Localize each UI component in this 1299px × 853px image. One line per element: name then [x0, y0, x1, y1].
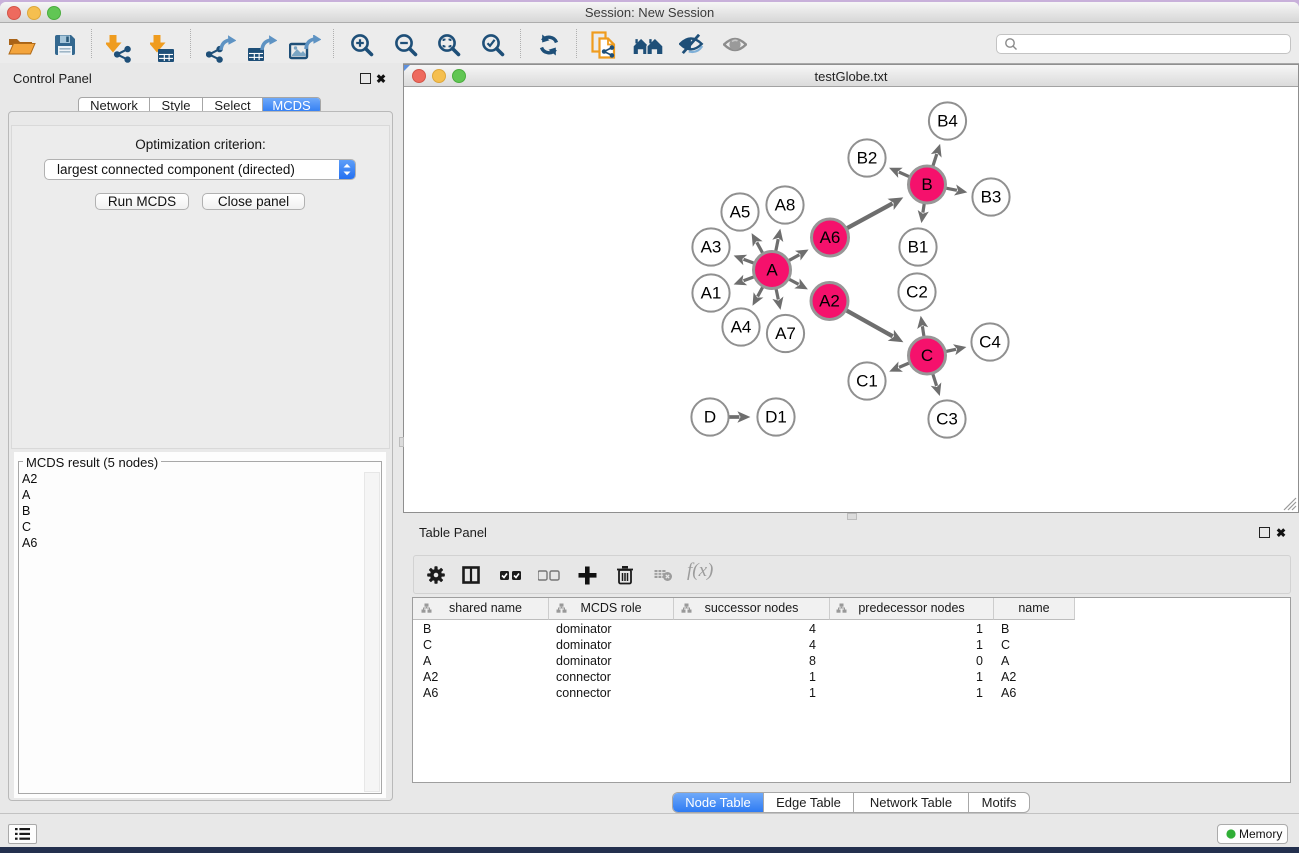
svg-text:C3: C3 [936, 410, 958, 429]
svg-text:A2: A2 [819, 292, 840, 311]
svg-text:A7: A7 [775, 324, 796, 343]
svg-text:D: D [704, 408, 716, 427]
svg-text:B4: B4 [937, 112, 958, 131]
svg-text:A6: A6 [820, 228, 841, 247]
svg-text:C4: C4 [979, 333, 1001, 352]
svg-text:C: C [921, 346, 933, 365]
svg-text:A3: A3 [701, 238, 722, 257]
svg-text:C1: C1 [856, 372, 878, 391]
svg-text:C2: C2 [906, 283, 928, 302]
svg-text:D1: D1 [765, 408, 787, 427]
svg-text:A4: A4 [731, 318, 752, 337]
svg-text:f(x): f(x) [687, 561, 713, 581]
svg-text:B1: B1 [908, 238, 929, 257]
svg-text:B2: B2 [857, 149, 878, 168]
svg-text:B3: B3 [981, 188, 1002, 207]
svg-text:A1: A1 [701, 284, 722, 303]
svg-text:A8: A8 [775, 196, 796, 215]
svg-text:A: A [766, 261, 778, 280]
svg-text:A5: A5 [730, 203, 751, 222]
svg-text:B: B [921, 175, 932, 194]
